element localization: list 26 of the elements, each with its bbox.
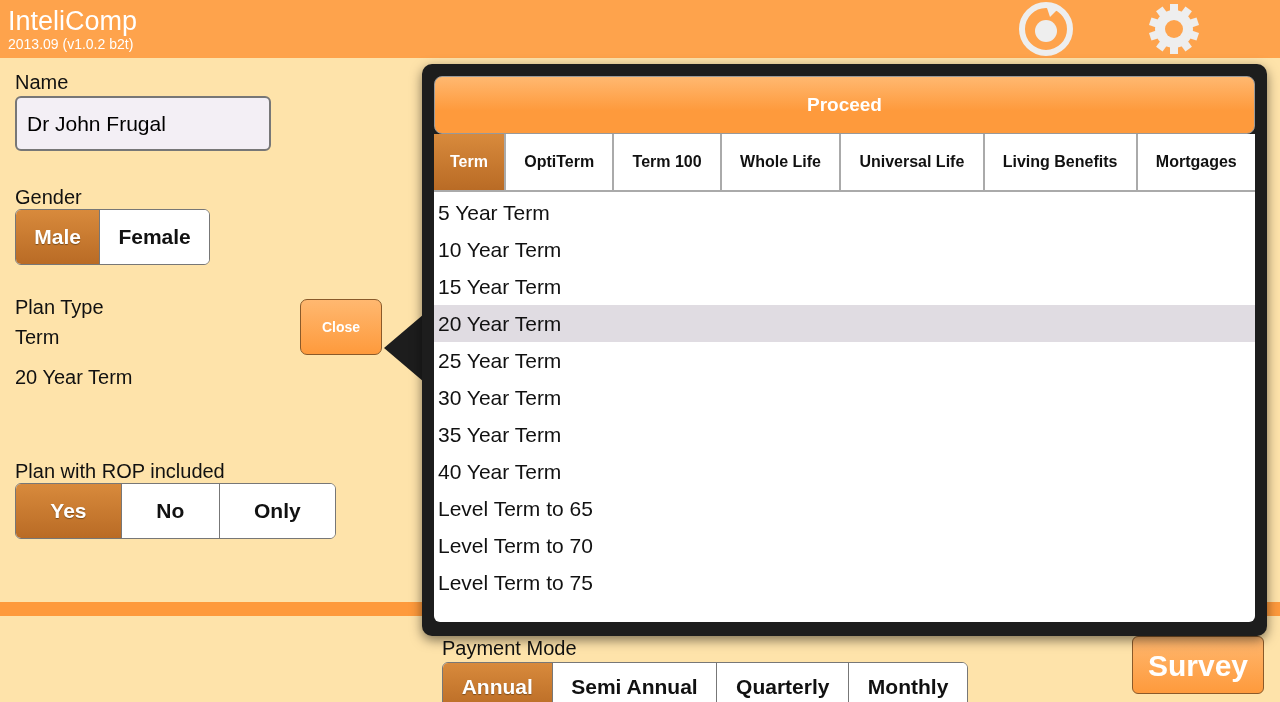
plan-list-item[interactable]: 30 Year Term [434, 379, 1255, 416]
name-field[interactable]: Dr John Frugal [15, 96, 271, 151]
segment-option[interactable]: Only [218, 484, 335, 538]
refresh-icon[interactable] [1018, 1, 1074, 57]
app-title: InteliComp [8, 6, 139, 36]
plan-list-item[interactable]: 5 Year Term [434, 194, 1255, 231]
plan-list-item[interactable]: 10 Year Term [434, 231, 1255, 268]
field-label: Gender [15, 185, 83, 209]
field-label: Plan with ROP included [15, 459, 226, 483]
plan-list-item[interactable]: Level Term to 65 [434, 490, 1255, 527]
version-text: 2013.09 (v1.0.2 b2t) [8, 36, 135, 52]
field-label: Name [15, 70, 70, 94]
plan-list-item[interactable]: 15 Year Term [434, 268, 1255, 305]
segment-option[interactable]: Monthly [848, 663, 967, 702]
plan-list-item[interactable]: 40 Year Term [434, 453, 1255, 490]
plan-category: Term [15, 325, 61, 349]
plan-name: 20 Year Term [15, 365, 133, 389]
settings-icon[interactable] [1146, 1, 1202, 57]
field-label: Plan Type [15, 295, 105, 319]
plan-list-item[interactable]: Level Term to 70 [434, 527, 1255, 564]
field-label: Payment Mode [442, 636, 578, 660]
plan-list-item[interactable]: 35 Year Term [434, 416, 1255, 453]
plan-list-item[interactable]: Level Term to 75 [434, 564, 1255, 601]
plan-list-item[interactable]: 25 Year Term [434, 342, 1255, 379]
segment-option[interactable]: Female [99, 210, 209, 264]
plan-list-item[interactable]: 20 Year Term [434, 305, 1255, 342]
